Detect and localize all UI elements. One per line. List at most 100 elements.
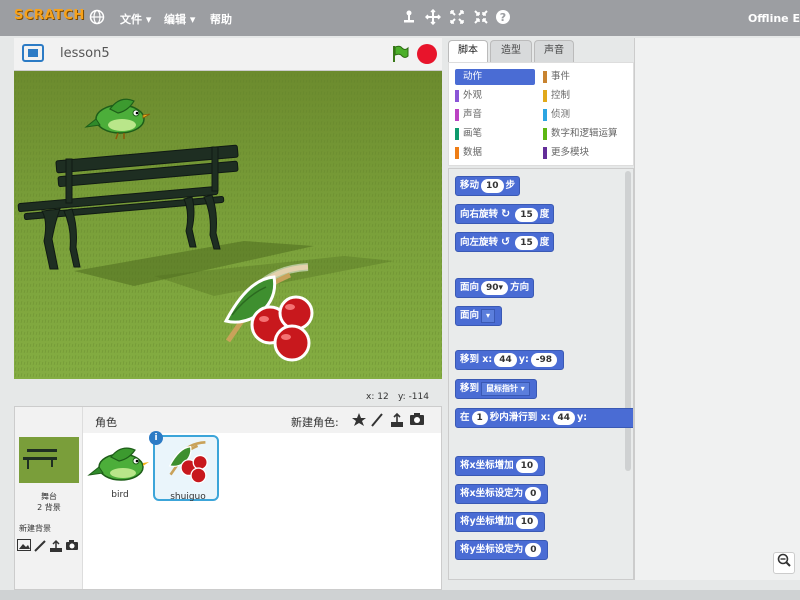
rotate-clockwise-icon: ↻ [501,207,511,220]
category-more-blocks-label: 更多模块 [551,147,590,158]
category-pen-label: 画笔 [463,128,483,139]
cut-icon[interactable] [424,8,442,27]
block-input[interactable]: 44 [494,352,517,367]
sprites-label: 角色 [95,416,117,429]
presentation-mode-button[interactable] [22,44,44,62]
block-text: 秒内滑行到 x: [489,412,551,423]
category-motion-label: 动作 [463,71,483,82]
block-text: 面向 [460,282,480,293]
block-set-x[interactable]: 将x坐标设定为 0 [455,484,549,504]
block-input[interactable]: 44 [552,410,576,425]
block-text: 步 [505,180,516,191]
block-input[interactable]: 90▾ [481,280,509,295]
category-pen[interactable]: 画笔 [455,126,535,142]
block-text: 向右旋转 [460,209,499,220]
paint-backdrop-icon[interactable] [33,539,47,553]
upload-backdrop-icon[interactable] [49,539,63,553]
category-operators[interactable]: 数字和逻辑运算 [543,126,633,142]
backdrop-library-icon[interactable] [17,539,31,553]
tab-sounds[interactable]: 声音 [534,40,574,62]
category-events-label: 事件 [551,71,571,82]
menu-edit[interactable]: 编辑 ▾ [164,11,195,27]
block-input[interactable]: 10 [515,458,539,473]
category-more-blocks[interactable]: 更多模块 [543,145,633,161]
globe-icon[interactable] [88,9,106,27]
sprite-tile-bird[interactable]: bird [87,435,153,501]
copy-icon[interactable] [400,9,418,27]
offline-editor-label: Offline E [747,12,800,25]
shrink-icon[interactable] [472,9,490,27]
new-backdrop-label: 新建背景 [19,524,51,533]
new-sprite-label: 新建角色: [291,416,339,429]
category-control-label: 控制 [551,90,571,101]
stage-thumbnail[interactable] [19,437,79,483]
block-input[interactable]: 0 [525,486,542,501]
mouse-y-readout: y: -114 [398,392,429,402]
block-input[interactable]: 0 [525,542,542,557]
category-looks[interactable]: 外观 [455,88,535,104]
green-flag-icon[interactable] [390,44,410,64]
bird-thumbnail [87,447,149,481]
block-change-x[interactable]: 将x坐标增加 10 [455,456,546,476]
block-input[interactable]: 10 [481,178,504,193]
block-glide[interactable]: 在 1 秒内滑行到 x: 44 y: [455,408,633,428]
zoom-out-icon[interactable] [773,552,795,574]
tab-scripts[interactable]: 脚本 [448,40,488,62]
tab-costumes[interactable]: 造型 [490,40,532,62]
block-move-steps[interactable]: 移动 10 步 [455,176,521,196]
block-go-to[interactable]: 移到 鼠标指针 ▾ [455,379,537,399]
block-turn-left[interactable]: 向左旋转 ↺ 15 度 [455,232,555,252]
category-control[interactable]: 控制 [543,88,633,104]
block-input[interactable]: 15 [515,207,538,222]
stop-button[interactable] [417,44,437,64]
sprite-pane: 舞台 2 背景 新建背景 角色 新建角色: bird i shuiguo [14,406,442,590]
block-text: 将y坐标设定为 [460,544,524,555]
grow-icon[interactable] [448,9,466,27]
stage-backdrop [14,71,442,379]
menu-help[interactable]: 帮助 [210,11,232,27]
category-sensing[interactable]: 侦测 [543,107,633,123]
help-icon[interactable]: ? [494,9,512,27]
block-set-y[interactable]: 将y坐标设定为 0 [455,540,549,560]
block-text: 向左旋转 [460,237,499,248]
bottom-strip [0,590,800,600]
sprite-tile-shuiguo[interactable]: i shuiguo [149,431,219,502]
block-input[interactable]: 15 [515,235,538,250]
category-sound[interactable]: 声音 [455,107,535,123]
block-text: 在 [460,412,470,423]
dropdown-arrow-icon[interactable]: ▾ [481,308,496,323]
sprites-header: 角色 新建角色: [83,407,441,433]
upload-sprite-icon[interactable] [389,412,405,428]
sprite-library-icon[interactable] [351,412,367,428]
category-motion[interactable]: 动作 [455,69,535,85]
paint-sprite-icon[interactable] [369,412,385,428]
category-events[interactable]: 事件 [543,69,633,85]
block-input[interactable]: 1 [471,410,488,425]
block-text: y: [518,354,529,365]
block-dropdown[interactable]: 鼠标指针 ▾ [481,381,530,396]
block-input[interactable]: 10 [515,514,539,529]
block-text: 面向 [460,310,480,321]
block-change-y[interactable]: 将y坐标增加 10 [455,512,546,532]
category-data[interactable]: 数据 [455,145,535,161]
block-categories: 动作 外观 声音 画笔 数据 事件 控制 侦测 数字和逻辑运算 更多模块 [448,62,634,166]
stage-backdrop-count: 2 背景 [37,503,61,512]
block-turn-right[interactable]: 向右旋转 ↻ 15 度 [455,204,555,224]
shuiguo-thumbnail [168,441,208,484]
block-input[interactable]: -98 [530,352,558,367]
stage-header: lesson5 [14,38,442,70]
category-sensing-label: 侦测 [551,109,571,120]
block-text: y: [577,412,588,423]
project-title[interactable]: lesson5 [60,46,110,61]
camera-sprite-icon[interactable] [409,412,425,428]
stage-column: 舞台 2 背景 新建背景 [15,407,83,589]
scratch-logo[interactable]: SCRATCH [14,8,84,30]
category-data-label: 数据 [463,147,483,158]
menu-file[interactable]: 文件 ▾ [120,11,151,27]
block-point-towards[interactable]: 面向 ▾ [455,306,503,326]
block-go-to-xy[interactable]: 移到 x: 44 y: -98 [455,350,565,370]
stage-canvas[interactable] [14,70,442,379]
script-area[interactable] [634,38,800,580]
camera-backdrop-icon[interactable] [65,539,79,553]
block-point-in-direction[interactable]: 面向 90▾ 方向 [455,278,535,298]
